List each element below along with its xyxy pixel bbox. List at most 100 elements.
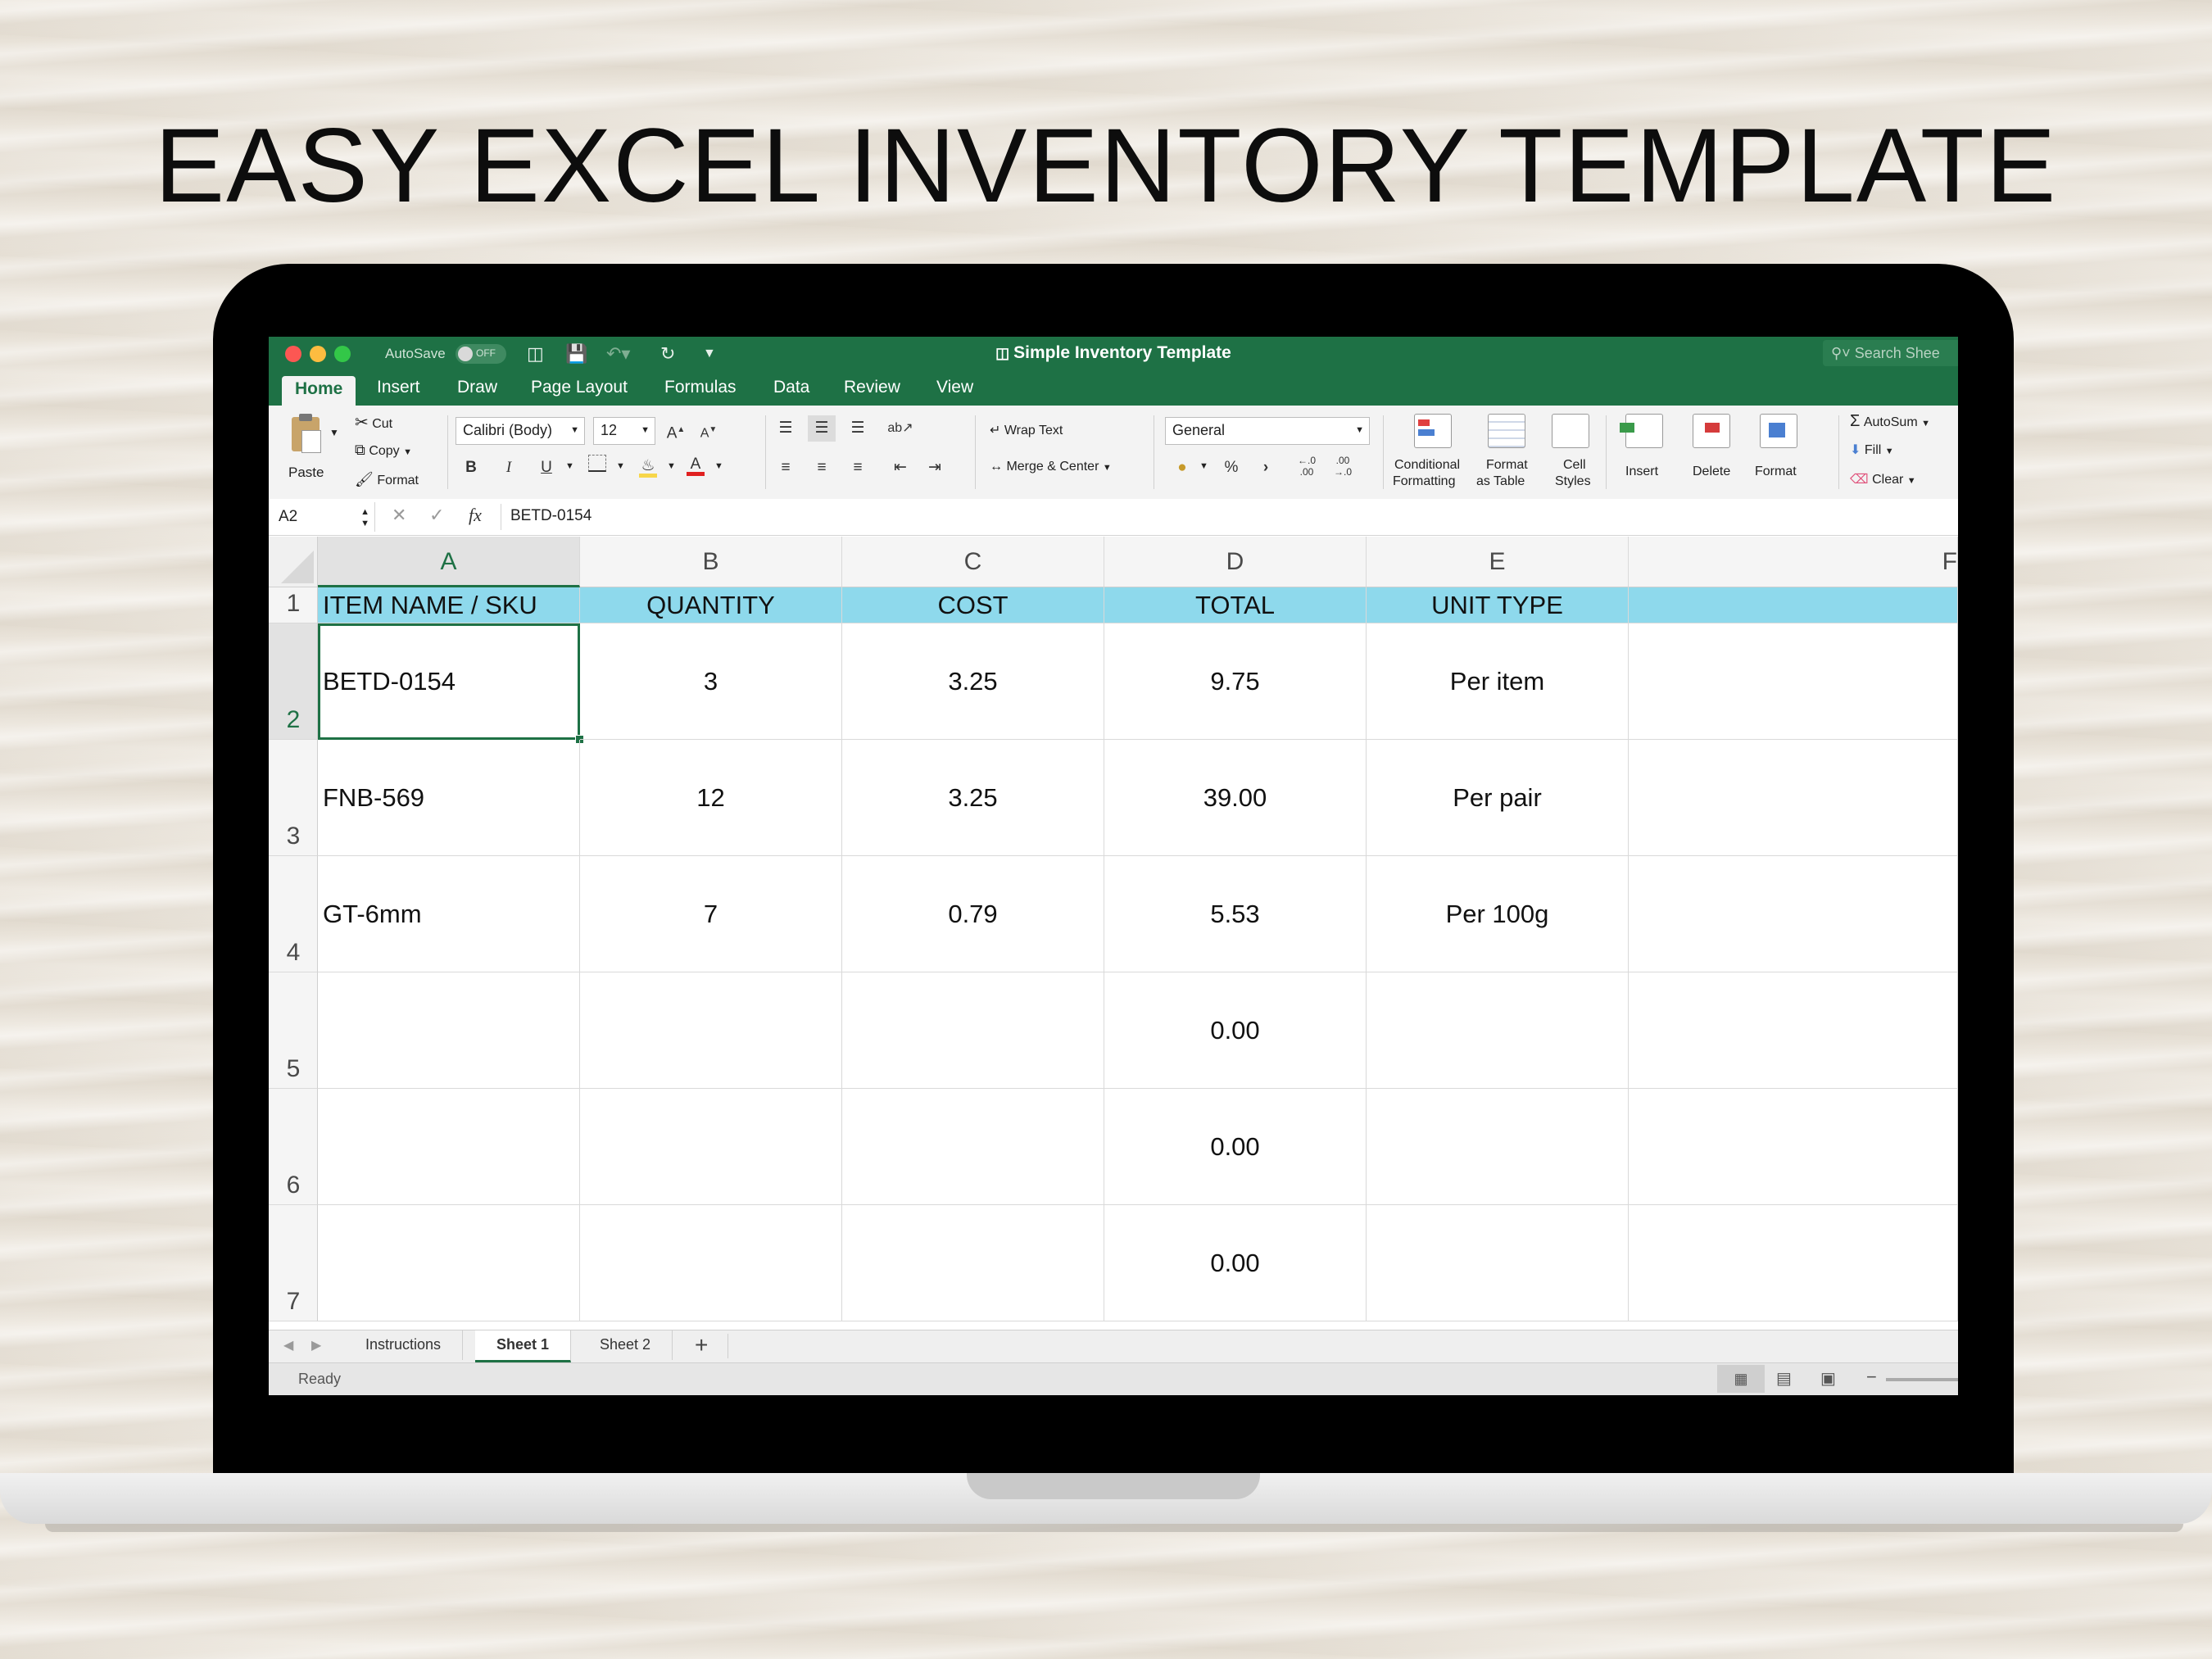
font-color-button[interactable]: A — [682, 451, 709, 478]
column-header-e[interactable]: E — [1367, 537, 1629, 587]
copy-button[interactable]: ⧉ Copy ▼ — [355, 442, 412, 459]
autosum-button[interactable]: Σ AutoSum ▼ — [1850, 412, 1930, 431]
orientation-button[interactable]: ab↗ — [886, 415, 914, 442]
accounting-format-button[interactable]: ● — [1168, 455, 1196, 481]
cell-a2[interactable]: BETD-0154 — [318, 623, 580, 740]
cell-a3[interactable]: FNB-569 — [318, 740, 580, 856]
clear-button[interactable]: ⌫ Clear ▼ — [1850, 471, 1916, 487]
page-layout-view-icon[interactable]: ▤ — [1776, 1368, 1792, 1389]
increase-decimal-button[interactable]: ←.0.00 — [1293, 455, 1321, 481]
comma-style-button[interactable]: › — [1252, 455, 1280, 481]
bold-button[interactable]: B — [457, 455, 485, 481]
cell-f4[interactable] — [1629, 856, 1958, 972]
italic-button[interactable]: I — [495, 455, 523, 481]
cell-f1[interactable] — [1629, 587, 1958, 623]
decrease-font-size-button[interactable]: A▼ — [695, 417, 723, 443]
number-format-select[interactable]: General ▼ — [1165, 417, 1370, 445]
cell-f3[interactable] — [1629, 740, 1958, 856]
cell-b5[interactable] — [580, 972, 842, 1089]
tab-formulas[interactable]: Formulas — [664, 378, 737, 397]
align-bottom-button[interactable]: ☰ — [844, 415, 872, 442]
fill-button[interactable]: ⬇ Fill ▼ — [1850, 442, 1894, 458]
cell-e1[interactable]: UNIT TYPE — [1367, 587, 1629, 623]
cell-styles-button[interactable]: Cell Styles — [1543, 410, 1601, 492]
font-color-dropdown-icon[interactable]: ▼ — [714, 461, 723, 471]
decrease-indent-button[interactable]: ⇤ — [886, 455, 914, 481]
cell-b1[interactable]: QUANTITY — [580, 587, 842, 623]
cell-e2[interactable]: Per item — [1367, 623, 1629, 740]
tab-review[interactable]: Review — [844, 378, 900, 397]
sheet-tab-sheet-2[interactable]: Sheet 2 — [578, 1330, 673, 1360]
cell-d2[interactable]: 9.75 — [1104, 623, 1367, 740]
increase-font-size-button[interactable]: A▲ — [662, 417, 690, 443]
merge-center-button[interactable]: ↔ Merge & Center ▼ — [990, 460, 1112, 474]
tab-home[interactable]: Home — [282, 376, 356, 406]
paste-button[interactable]: Paste — [283, 412, 333, 490]
cell-b7[interactable] — [580, 1205, 842, 1321]
underline-dropdown-icon[interactable]: ▼ — [565, 461, 574, 471]
column-header-a[interactable]: A — [318, 537, 580, 587]
cell-d7[interactable]: 0.00 — [1104, 1205, 1367, 1321]
column-header-f[interactable]: F — [1629, 537, 1958, 587]
insert-function-icon[interactable]: fx — [469, 505, 482, 526]
delete-cells-button[interactable]: Delete — [1684, 410, 1745, 492]
cell-e4[interactable]: Per 100g — [1367, 856, 1629, 972]
fill-color-dropdown-icon[interactable]: ▼ — [667, 461, 676, 471]
percent-style-button[interactable]: % — [1217, 455, 1245, 481]
cell-f6[interactable] — [1629, 1089, 1958, 1205]
underline-button[interactable]: U — [533, 455, 560, 481]
cell-c7[interactable] — [842, 1205, 1104, 1321]
format-painter-button[interactable]: 🖌 Format — [355, 471, 419, 488]
cell-d3[interactable]: 39.00 — [1104, 740, 1367, 856]
column-header-c[interactable]: C — [842, 537, 1104, 587]
align-top-button[interactable]: ☰ — [772, 415, 800, 442]
cell-a7[interactable] — [318, 1205, 580, 1321]
tab-view[interactable]: View — [936, 378, 973, 397]
tab-insert[interactable]: Insert — [377, 378, 420, 397]
cell-c5[interactable] — [842, 972, 1104, 1089]
cell-e6[interactable] — [1367, 1089, 1629, 1205]
cell-a4[interactable]: GT-6mm — [318, 856, 580, 972]
cell-a5[interactable] — [318, 972, 580, 1089]
row-header-2[interactable]: 2 — [269, 623, 318, 740]
cell-f7[interactable] — [1629, 1205, 1958, 1321]
increase-indent-button[interactable]: ⇥ — [921, 455, 949, 481]
tab-page-layout[interactable]: Page Layout — [531, 378, 628, 397]
cell-b2[interactable]: 3 — [580, 623, 842, 740]
cell-a1[interactable]: ITEM NAME / SKU — [318, 587, 580, 623]
cell-b6[interactable] — [580, 1089, 842, 1205]
page-break-view-icon[interactable]: ▣ — [1820, 1368, 1836, 1389]
format-as-table-button[interactable]: Format as Table — [1475, 410, 1540, 492]
add-sheet-button[interactable]: + — [695, 1332, 708, 1358]
horizontal-scrollbar[interactable] — [728, 1334, 1957, 1358]
zoom-out-icon[interactable]: − — [1866, 1367, 1877, 1388]
cell-e7[interactable] — [1367, 1205, 1629, 1321]
fill-color-button[interactable]: ♨ — [634, 453, 662, 479]
row-header-5[interactable]: 5 — [269, 972, 318, 1089]
column-header-b[interactable]: B — [580, 537, 842, 587]
font-name-select[interactable]: Calibri (Body) ▼ — [456, 417, 585, 445]
cell-d6[interactable]: 0.00 — [1104, 1089, 1367, 1205]
row-header-6[interactable]: 6 — [269, 1089, 318, 1205]
row-header-7[interactable]: 7 — [269, 1205, 318, 1321]
format-cells-button[interactable]: Format — [1752, 410, 1812, 492]
scroll-tabs-left-icon[interactable]: ◀ — [283, 1337, 293, 1353]
align-middle-button[interactable]: ☰ — [808, 415, 836, 442]
cell-a6[interactable] — [318, 1089, 580, 1205]
cell-f5[interactable] — [1629, 972, 1958, 1089]
decrease-decimal-button[interactable]: .00 →.0 — [1329, 455, 1357, 481]
cell-d5[interactable]: 0.00 — [1104, 972, 1367, 1089]
align-right-button[interactable]: ≡ — [844, 455, 872, 481]
font-size-select[interactable]: 12 ▼ — [593, 417, 655, 445]
zoom-slider[interactable] — [1886, 1378, 1958, 1381]
row-header-1[interactable]: 1 — [269, 587, 318, 623]
conditional-formatting-button[interactable]: Conditional Formatting — [1391, 410, 1473, 492]
cell-f2[interactable] — [1629, 623, 1958, 740]
cell-c4[interactable]: 0.79 — [842, 856, 1104, 972]
normal-view-icon[interactable]: ▦ — [1717, 1365, 1765, 1393]
row-header-3[interactable]: 3 — [269, 740, 318, 856]
cell-c1[interactable]: COST — [842, 587, 1104, 623]
name-box[interactable]: A2 ▲ ▼ — [269, 502, 375, 532]
align-center-button[interactable]: ≡ — [808, 455, 836, 481]
borders-button[interactable] — [583, 455, 611, 481]
